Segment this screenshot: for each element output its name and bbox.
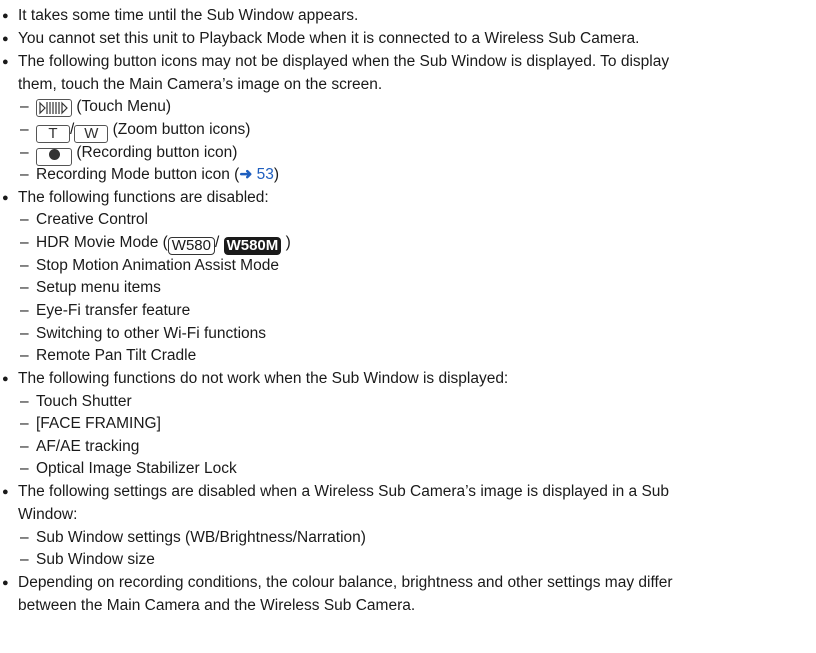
bullet-mark: ● [2, 577, 9, 589]
sub-item-text: Switching to other Wi-Fi functions [36, 325, 267, 342]
dash-mark: – [20, 166, 29, 183]
sub-item-text: AF/AE tracking [36, 438, 140, 455]
zoom-tele-icon: T [36, 125, 70, 143]
bullet-mark: ● [2, 33, 9, 45]
bullet-continuation: them, touch the Main Camera’s image on t… [18, 76, 383, 93]
sub-item: – [FACE FRAMING] [18, 414, 161, 436]
sub-item-hdr: – HDR Movie Mode (W580/ W580M ) [18, 233, 291, 255]
sub-item-text: Creative Control [36, 211, 148, 228]
record-button-icon [36, 148, 72, 166]
dash-mark: – [20, 144, 29, 161]
dash-mark: – [20, 529, 29, 546]
bullet-item: ● Depending on recording conditions, the … [0, 573, 673, 595]
dash-mark: – [20, 279, 29, 296]
bullet-item: ● It takes some time until the Sub Window… [0, 6, 358, 28]
sub-item: – Eye-Fi transfer feature [18, 301, 190, 323]
dash-mark: – [20, 234, 29, 251]
sub-item: – AF/AE tracking [18, 437, 139, 459]
dash-mark: – [20, 460, 29, 477]
bullet-item: ● The following button icons may not be d… [0, 52, 669, 74]
bullet-continuation: Window: [18, 506, 78, 523]
dash-mark: – [20, 415, 29, 432]
bullet-text: The following button icons may not be di… [18, 53, 670, 70]
sub-item-text: Setup menu items [36, 279, 161, 296]
dash-mark: – [20, 438, 29, 455]
sub-item-recording: – (Recording button icon) [18, 143, 238, 166]
sub-item-text: Sub Window settings (WB/Brightness/Narra… [36, 529, 366, 546]
sub-item-text: [FACE FRAMING] [36, 415, 161, 432]
zoom-wide-icon: W [74, 125, 109, 143]
hdr-close: ) [285, 234, 291, 251]
bullet-item: ● The following functions do not work whe… [0, 369, 508, 391]
dash-mark: – [20, 257, 29, 274]
sub-item: – Optical Image Stabilizer Lock [18, 459, 237, 481]
hdr-label: HDR Movie Mode ( [36, 234, 168, 251]
sub-item-text: Optical Image Stabilizer Lock [36, 460, 237, 477]
model-separator: / [214, 234, 220, 251]
sub-item: – Touch Shutter [18, 392, 132, 414]
sub-item: – Remote Pan Tilt Cradle [18, 346, 196, 368]
zoom-label: (Zoom button icons) [112, 121, 251, 138]
sub-item-text: Touch Shutter [36, 393, 132, 410]
sub-item-text: Remote Pan Tilt Cradle [36, 347, 197, 364]
rec-mode-close: ) [273, 166, 280, 183]
bullet-text: The following functions do not work when… [18, 370, 509, 387]
dash-mark: – [20, 347, 29, 364]
sub-item-zoom: – T / W (Zoom button icons) [18, 120, 251, 143]
sub-item: – Creative Control [18, 210, 148, 232]
sub-item: – Sub Window size [18, 550, 155, 572]
sub-item-text: Sub Window size [36, 551, 155, 568]
bullet-mark: ● [2, 486, 9, 498]
dash-mark: – [20, 551, 29, 568]
bullet-text: The following functions are disabled: [18, 189, 269, 206]
bullet-text: You cannot set this unit to Playback Mod… [18, 30, 640, 47]
dash-mark: – [20, 121, 29, 138]
dash-mark: – [20, 211, 29, 228]
bullet-mark: ● [2, 373, 9, 385]
bullet-item: ● You cannot set this unit to Playback Mo… [0, 29, 639, 51]
touch-menu-icon [36, 99, 72, 117]
bullet-text: The following settings are disabled when… [18, 483, 670, 500]
dash-mark: – [20, 302, 29, 319]
dash-mark: – [20, 98, 29, 115]
recording-label: (Recording button icon) [76, 144, 238, 161]
bullet-mark: ● [2, 192, 9, 204]
model-w580-badge: W580 [167, 237, 215, 255]
sub-item-touch-menu: – (Touch Menu) [18, 97, 171, 119]
sub-item: – Sub Window settings (WB/Brightness/Narr… [18, 528, 366, 550]
bullet-mark: ● [2, 56, 9, 68]
sub-item: – Setup menu items [18, 278, 161, 300]
touch-menu-label: (Touch Menu) [76, 98, 172, 115]
bullet-text: Depending on recording conditions, the c… [18, 574, 673, 591]
sub-item: – Switching to other Wi-Fi functions [18, 324, 266, 346]
model-w580m-badge: W580M [223, 237, 282, 255]
sub-item-rec-mode: – Recording Mode button icon (➜ 53) [18, 165, 279, 187]
page-ref-link[interactable]: 53 [257, 166, 274, 183]
bullet-text: It takes some time until the Sub Window … [18, 7, 359, 24]
dash-mark: – [20, 325, 29, 342]
bullet-item: ● The following functions are disabled: [0, 188, 269, 210]
bullet-item: ● The following settings are disabled whe… [0, 482, 669, 504]
bullet-continuation: between the Main Camera and the Wireless… [18, 597, 416, 614]
sub-item: – Stop Motion Animation Assist Mode [18, 256, 279, 278]
record-dot-icon [48, 149, 60, 160]
rec-mode-label: Recording Mode button icon ( [36, 166, 240, 183]
page-ref-arrow-icon: ➜ [239, 166, 253, 183]
dash-mark: – [20, 393, 29, 410]
sub-item-text: Stop Motion Animation Assist Mode [36, 257, 279, 274]
bullet-mark: ● [2, 10, 9, 22]
sub-item-text: Eye-Fi transfer feature [36, 302, 191, 319]
